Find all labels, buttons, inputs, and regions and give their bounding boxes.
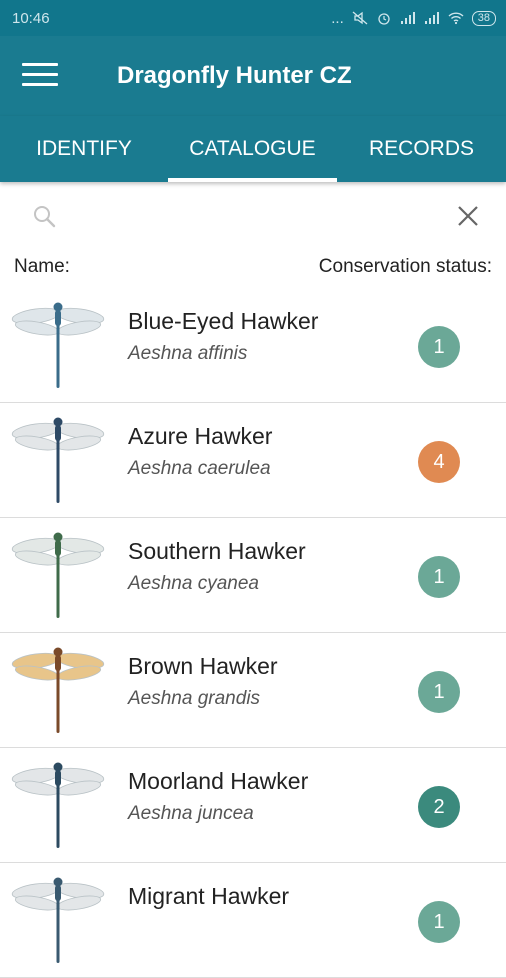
species-common-name: Southern Hawker: [128, 538, 306, 564]
status-column-label: Conservation status:: [318, 256, 492, 277]
search-bar: [0, 182, 506, 252]
species-latin-name: Aeshna affinis: [128, 343, 248, 364]
close-icon[interactable]: [454, 202, 482, 230]
species-latin-name: Aeshna cyanea: [128, 573, 259, 594]
tab-identify[interactable]: IDENTIFY: [0, 116, 168, 182]
conservation-status-badge: 4: [418, 441, 460, 483]
list-item[interactable]: Southern Hawker Aeshna cyanea 1: [0, 518, 506, 633]
battery-icon: 38: [471, 10, 496, 26]
species-list: Blue-Eyed Hawker Aeshna affinis 1 Azure …: [0, 288, 506, 978]
conservation-status-badge: 1: [418, 326, 460, 368]
conservation-status-badge: 1: [418, 671, 460, 713]
app-bar: Dragonfly Hunter CZ: [0, 36, 506, 116]
search-icon: [34, 206, 56, 228]
dragonfly-image: [11, 417, 105, 503]
tab-records[interactable]: RECORDS: [337, 116, 506, 182]
tab-catalogue[interactable]: CATALOGUE: [168, 116, 337, 182]
species-latin-name: Aeshna caerulea: [128, 458, 271, 479]
mute-icon: [352, 11, 368, 25]
species-common-name: Migrant Hawker: [128, 883, 290, 909]
status-bar: 10:46 ... 38: [0, 0, 506, 36]
status-time: 10:46: [12, 9, 50, 27]
dragonfly-image: [11, 762, 105, 848]
dragonfly-image: [11, 302, 105, 388]
species-common-name: Moorland Hawker: [128, 768, 309, 794]
dragonfly-image: [11, 532, 105, 618]
signal-icon: [400, 12, 415, 24]
more-dots: ...: [331, 9, 344, 27]
conservation-status-badge: 2: [418, 786, 460, 828]
signal-icon-2: [424, 12, 439, 24]
list-item[interactable]: Brown Hawker Aeshna grandis 1: [0, 633, 506, 748]
conservation-status-badge: 1: [418, 901, 460, 943]
list-item[interactable]: Azure Hawker Aeshna caerulea 4: [0, 403, 506, 518]
species-latin-name: Aeshna grandis: [128, 688, 261, 709]
menu-icon[interactable]: [22, 63, 58, 89]
app-title: Dragonfly Hunter CZ: [117, 62, 352, 89]
search-input[interactable]: [70, 198, 434, 236]
list-header: Name: Conservation status:: [0, 252, 506, 288]
list-item[interactable]: Blue-Eyed Hawker Aeshna affinis 1: [0, 288, 506, 403]
dragonfly-image: [11, 647, 105, 733]
species-latin-name: Aeshna juncea: [128, 803, 254, 824]
tab-bar: IDENTIFY CATALOGUE RECORDS: [0, 116, 506, 182]
status-icons: ... 38: [331, 10, 496, 27]
name-column-label: Name:: [14, 256, 70, 277]
species-common-name: Azure Hawker: [128, 423, 273, 449]
wifi-icon: [448, 12, 464, 25]
list-item[interactable]: Moorland Hawker Aeshna juncea 2: [0, 748, 506, 863]
list-item[interactable]: Migrant Hawker 1: [0, 863, 506, 978]
conservation-status-badge: 1: [418, 556, 460, 598]
dragonfly-image: [11, 877, 105, 963]
species-common-name: Brown Hawker: [128, 653, 278, 679]
species-common-name: Blue-Eyed Hawker: [128, 308, 319, 334]
alarm-icon: [378, 13, 390, 25]
